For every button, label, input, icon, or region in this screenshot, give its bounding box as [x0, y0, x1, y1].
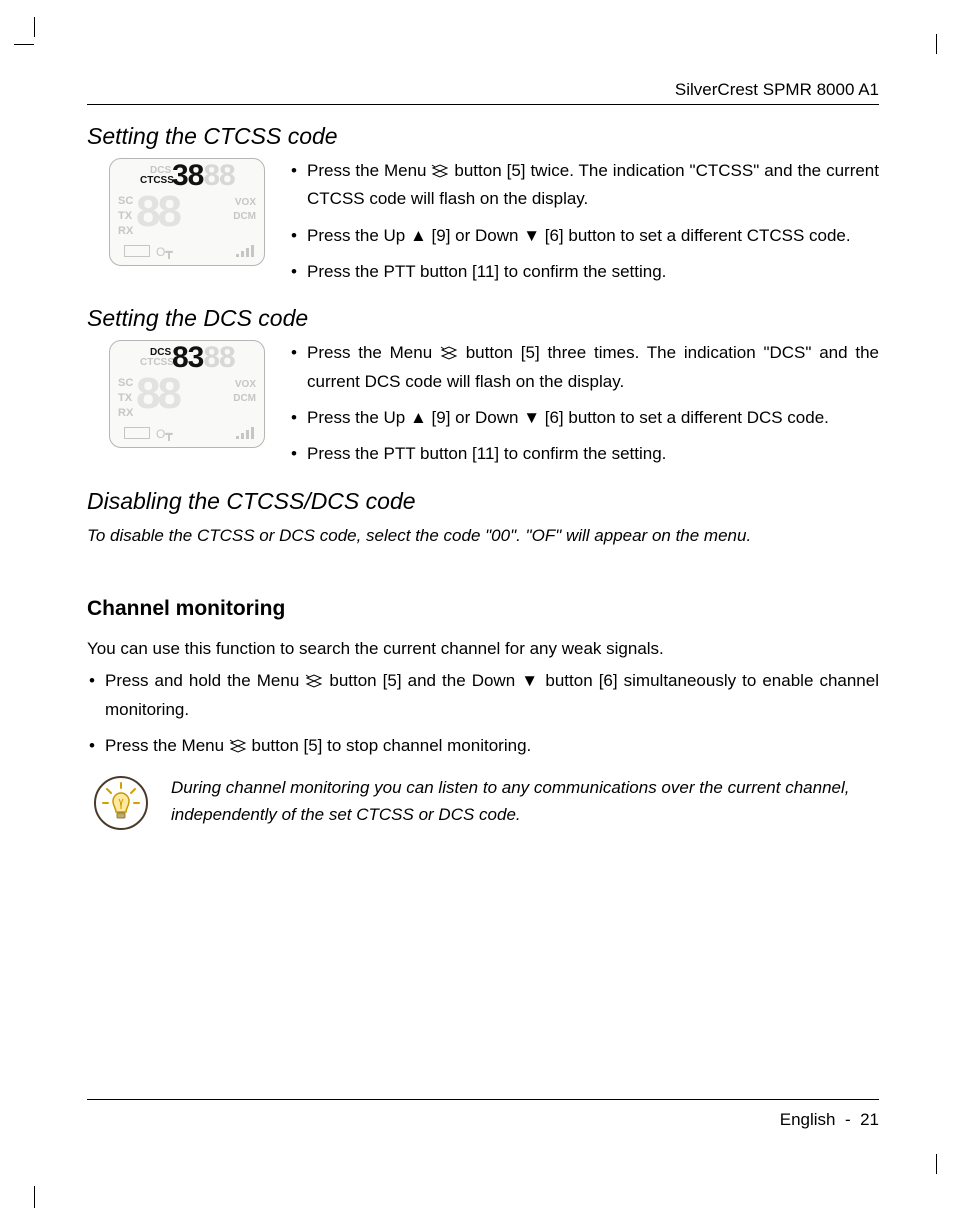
- list-item: Press and hold the Menu button [5] and t…: [87, 668, 879, 723]
- tip-row: During channel monitoring you can listen…: [93, 775, 879, 831]
- channel-list: Press and hold the Menu button [5] and t…: [87, 668, 879, 761]
- channel-intro: You can use this function to search the …: [87, 635, 879, 662]
- section-title-dcs: Setting the DCS code: [87, 305, 879, 332]
- ctcss-row: DCS CTCSS 3888 88 SC TX RX VOX DCM O┳ Pr…: [87, 158, 879, 295]
- lcd-label-vox: VOX: [235, 197, 256, 208]
- dcs-row: DCS CTCSS 8388 88 SC TX RX VOX DCM O┳ Pr…: [87, 340, 879, 477]
- lcd-label-sc: SC: [118, 195, 133, 207]
- crop-mark: [14, 44, 34, 45]
- lcd-label-sc: SC: [118, 377, 133, 389]
- battery-icon: [124, 427, 150, 439]
- list-item: Press the PTT button [11] to confirm the…: [289, 259, 879, 285]
- battery-icon: [124, 245, 150, 257]
- disable-note: To disable the CTCSS or DCS code, select…: [87, 523, 879, 549]
- crop-mark: [936, 1154, 937, 1174]
- header-product: SilverCrest SPMR 8000 A1: [87, 80, 879, 105]
- key-icon: O┳: [156, 427, 173, 441]
- section-title-disable: Disabling the CTCSS/DCS code: [87, 488, 879, 515]
- list-item: Press the Up ▲ [9] or Down ▼ [6] button …: [289, 405, 879, 431]
- lcd-top-value: 3888: [172, 159, 235, 193]
- content-area: SilverCrest SPMR 8000 A1 Setting the CTC…: [87, 80, 879, 831]
- tip-text: During channel monitoring you can listen…: [171, 775, 879, 828]
- footer-page: 21: [860, 1110, 879, 1129]
- crop-mark: [936, 34, 937, 54]
- up-arrow-icon: ▲: [410, 226, 427, 245]
- signal-icon: [236, 427, 254, 439]
- menu-icon: [229, 735, 247, 761]
- list-item: Press the Menu button [5] to stop channe…: [87, 733, 879, 761]
- lcd-label-ctcss: CTCSS: [140, 357, 174, 368]
- list-item: Press the Menu button [5] twice. The ind…: [289, 158, 879, 213]
- up-arrow-icon: ▲: [410, 408, 427, 427]
- list-item: Press the PTT button [11] to confirm the…: [289, 441, 879, 467]
- key-icon: O┳: [156, 245, 173, 259]
- lcd-label-rx: RX: [118, 407, 133, 419]
- list-item: Press the Menu button [5] three times. T…: [289, 340, 879, 395]
- section-title-channel: Channel monitoring: [87, 597, 879, 621]
- lcd-main-ghost: 88: [136, 187, 179, 237]
- ctcss-list: Press the Menu button [5] twice. The ind…: [289, 158, 879, 295]
- footer: English - 21: [87, 1099, 879, 1130]
- lcd-label-tx: TX: [118, 392, 132, 404]
- menu-icon: [440, 342, 458, 368]
- lcd-label-tx: TX: [118, 210, 132, 222]
- crop-mark: [34, 1186, 35, 1208]
- lcd-dcs: DCS CTCSS 8388 88 SC TX RX VOX DCM O┳: [109, 340, 265, 448]
- lcd-top-value: 8388: [172, 341, 235, 375]
- lcd-label-rx: RX: [118, 225, 133, 237]
- crop-mark: [34, 17, 35, 37]
- footer-separator: -: [840, 1110, 855, 1129]
- lcd-label-dcm: DCM: [233, 393, 256, 404]
- lcd-label-vox: VOX: [235, 379, 256, 390]
- list-item: Press the Up ▲ [9] or Down ▼ [6] button …: [289, 223, 879, 249]
- down-arrow-icon: ▼: [523, 408, 540, 427]
- page: SilverCrest SPMR 8000 A1 Setting the CTC…: [0, 0, 954, 1208]
- menu-icon: [431, 160, 449, 186]
- down-arrow-icon: ▼: [523, 226, 540, 245]
- lcd-main-ghost: 88: [136, 369, 179, 419]
- lcd-ctcss: DCS CTCSS 3888 88 SC TX RX VOX DCM O┳: [109, 158, 265, 266]
- section-title-ctcss: Setting the CTCSS code: [87, 123, 879, 150]
- lcd-label-ctcss: CTCSS: [140, 175, 174, 186]
- menu-icon: [305, 670, 323, 696]
- down-arrow-icon: ▼: [521, 671, 539, 690]
- lightbulb-icon: [93, 775, 149, 831]
- dcs-list: Press the Menu button [5] three times. T…: [289, 340, 879, 477]
- signal-icon: [236, 245, 254, 257]
- lcd-label-dcm: DCM: [233, 211, 256, 222]
- footer-language: English: [780, 1110, 836, 1129]
